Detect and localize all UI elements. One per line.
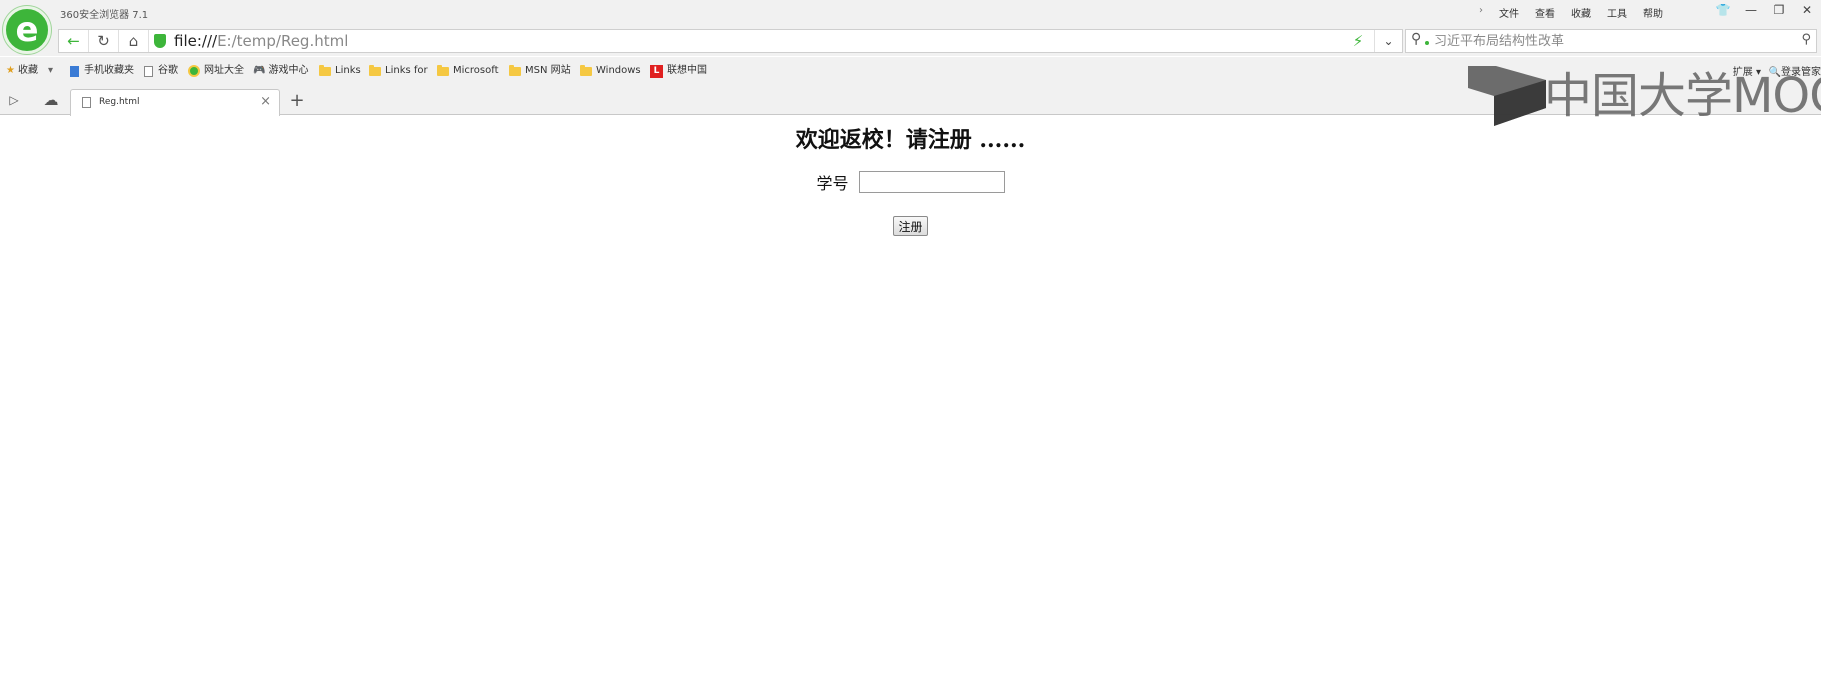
speed-mode-icon[interactable]: ⚡ (1348, 31, 1368, 51)
close-tab-icon[interactable]: × (260, 94, 271, 109)
url-text[interactable]: file:///E:/temp/Reg.html (174, 32, 348, 50)
menu-favorites[interactable]: 收藏 (1563, 5, 1599, 20)
folder-icon (319, 64, 331, 76)
browser-logo[interactable]: e (3, 6, 51, 54)
bookmark-google[interactable]: 谷歌 (144, 63, 178, 79)
address-row: ← ↻ ⌂ file:///E:/temp/Reg.html ⚡ ⌄ ⚲ ⚲ (0, 26, 1821, 56)
search-engine-dot-icon (1425, 41, 1429, 45)
home-icon[interactable]: ⌂ (119, 30, 149, 52)
search-icon: ⚲ (1411, 31, 1422, 47)
student-id-input[interactable] (858, 171, 1005, 193)
reload-icon[interactable]: ↻ (89, 30, 119, 52)
menu-view[interactable]: 查看 (1527, 5, 1563, 20)
search-go-icon[interactable]: ⚲ (1801, 32, 1811, 47)
student-id-label: 学号 (816, 174, 849, 193)
page-content: 欢迎返校！请注册 ...... 学号 注册 (0, 116, 1821, 679)
phone-icon (70, 65, 79, 77)
submit-row: 注册 (0, 216, 1821, 236)
hao-icon (188, 65, 200, 77)
page-heading: 欢迎返校！请注册 ...... (795, 127, 1026, 153)
caret-down-icon[interactable]: ▾ (48, 63, 53, 79)
url-path: E:/temp/Reg.html (217, 32, 349, 50)
registration-form: 学号 (0, 170, 1821, 194)
bookmark-microsoft[interactable]: Microsoft (437, 63, 499, 79)
address-bar[interactable]: ← ↻ ⌂ file:///E:/temp/Reg.html ⚡ ⌄ (58, 29, 1403, 53)
search-box[interactable]: ⚲ ⚲ (1405, 29, 1817, 53)
bookmark-links[interactable]: Links (319, 63, 361, 79)
bookmark-mobile[interactable]: 手机收藏夹 (70, 63, 134, 79)
security-shield-icon (154, 34, 166, 48)
minimize-button[interactable]: — (1737, 0, 1765, 20)
menu-tools[interactable]: 工具 (1599, 5, 1635, 20)
bookmark-windows[interactable]: Windows (580, 63, 641, 79)
back-arrow-icon[interactable]: ← (59, 30, 89, 52)
maximize-button[interactable]: ❐ (1765, 0, 1793, 20)
window-controls: 👕 — ❐ ✕ (1709, 0, 1821, 20)
bookmark-favorites[interactable]: ★ 收藏 ▾ (6, 63, 53, 79)
search-input[interactable] (1434, 32, 1774, 50)
mooc-watermark: 中国大学MOOC (1468, 66, 1821, 128)
register-button[interactable]: 注册 (893, 216, 928, 236)
cloud-icon[interactable]: ☁ (40, 91, 62, 109)
folder-icon (369, 64, 381, 76)
app-title: 360安全浏览器 7.1 (60, 10, 149, 21)
folder-icon (437, 64, 449, 76)
page-icon (82, 97, 91, 108)
mooc-logo-icon (1468, 66, 1546, 126)
bookmark-msn[interactable]: MSN 网站 (509, 63, 571, 79)
close-window-button[interactable]: ✕ (1793, 0, 1821, 20)
chevron-down-icon[interactable]: ⌄ (1374, 30, 1402, 52)
bookmark-hao[interactable]: 网址大全 (188, 63, 244, 79)
menu-help[interactable]: 帮助 (1635, 5, 1671, 20)
menu-bar: › 文件 查看 收藏 工具 帮助 (1471, 5, 1671, 20)
new-tab-button[interactable]: + (286, 90, 308, 111)
gamepad-icon: 🎮 (253, 65, 266, 76)
skin-icon[interactable]: 👕 (1709, 0, 1737, 20)
lenovo-icon: L (650, 64, 663, 78)
bookmark-games[interactable]: 🎮 游戏中心 (253, 63, 308, 79)
browser-window: 360安全浏览器 7.1 › 文件 查看 收藏 工具 帮助 👕 — ❐ ✕ ← … (0, 0, 1821, 679)
folder-icon (580, 64, 592, 76)
bookmark-lenovo[interactable]: L 联想中国 (650, 63, 707, 79)
watermark-text: 中国大学MOOC (1544, 68, 1821, 124)
e-logo-icon: e (15, 10, 39, 50)
url-protocol: file:/// (174, 32, 218, 50)
page-icon (144, 65, 153, 77)
tab-reg-html[interactable]: Reg.html × (70, 89, 280, 116)
star-icon: ★ (6, 65, 15, 76)
tab-title: Reg.html (99, 97, 140, 107)
menu-file[interactable]: 文件 (1491, 5, 1527, 20)
folder-icon (509, 64, 521, 76)
title-bar: 360安全浏览器 7.1 › 文件 查看 收藏 工具 帮助 👕 — ❐ ✕ (0, 0, 1821, 26)
sidebar-toggle-icon[interactable]: ▷ (4, 93, 24, 107)
chevron-right-icon[interactable]: › (1471, 5, 1491, 20)
bookmark-links-for[interactable]: Links for (369, 63, 428, 79)
